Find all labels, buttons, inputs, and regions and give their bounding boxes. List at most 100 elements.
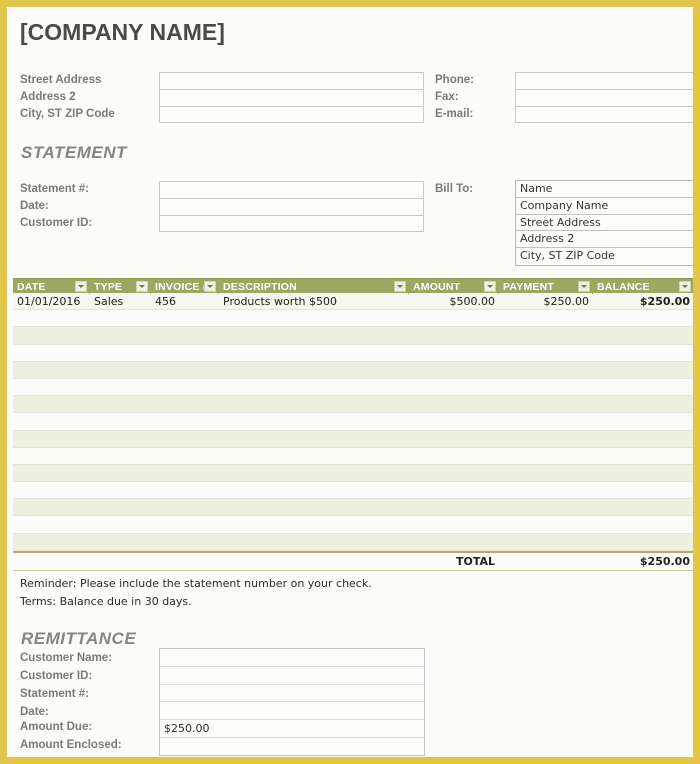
cell-date — [13, 448, 90, 465]
cell-balance — [593, 310, 693, 327]
bill-to-company-input[interactable]: Company Name — [516, 198, 693, 215]
remit-statement-number-input[interactable] — [160, 685, 424, 703]
cell-payment — [499, 413, 593, 430]
statement-page: [COMPANY NAME] Street Address Address 2 … — [0, 0, 700, 764]
remit-customer-id-input[interactable] — [160, 667, 424, 685]
cell-invoice — [151, 499, 219, 516]
column-header-payment[interactable]: PAYMENT — [499, 279, 593, 294]
table-row[interactable] — [13, 310, 693, 328]
table-row[interactable] — [13, 413, 693, 431]
table-row[interactable] — [13, 516, 693, 534]
remit-date-label: Date: — [20, 706, 49, 718]
cell-amount — [409, 534, 499, 551]
cell-invoice: 456 — [155, 295, 176, 308]
cell-balance — [593, 431, 693, 448]
cell-amount — [409, 310, 499, 327]
table-row[interactable] — [13, 430, 693, 448]
column-header-amount[interactable]: AMOUNT — [409, 279, 499, 294]
table-row[interactable] — [13, 464, 693, 483]
bill-to-street-input[interactable]: Street Address — [516, 215, 693, 232]
street-address-label: Street Address — [20, 74, 102, 86]
cell-payment — [499, 482, 593, 499]
street-address-input[interactable] — [160, 73, 423, 89]
cell-description — [219, 431, 409, 448]
cell-date — [13, 396, 90, 413]
cell-amount — [409, 362, 499, 379]
address2-input[interactable] — [160, 90, 423, 106]
cell-invoice — [151, 482, 219, 499]
cell-date — [13, 534, 90, 551]
table-row[interactable] — [13, 378, 693, 397]
cell-amount — [409, 499, 499, 516]
table-row[interactable] — [13, 533, 693, 551]
cell-amount — [409, 413, 499, 430]
cell-type — [90, 413, 151, 430]
table-row[interactable] — [13, 499, 693, 517]
phone-input[interactable] — [516, 73, 693, 89]
cell-invoice — [151, 327, 219, 344]
table-row[interactable]: 01/01/2016 Sales 456 Products worth $500 $50… — [13, 293, 693, 311]
table-row[interactable] — [13, 482, 693, 500]
statement-date-label: Date: — [20, 200, 49, 212]
cell-amount — [409, 448, 499, 465]
cell-balance — [593, 379, 693, 396]
fax-input[interactable] — [516, 90, 693, 106]
table-row[interactable] — [13, 447, 693, 465]
filter-dropdown-icon[interactable] — [136, 281, 148, 292]
bill-to-name-input[interactable]: Name — [516, 181, 693, 198]
statement-fieldgroup — [159, 181, 424, 232]
cell-balance — [593, 413, 693, 430]
cell-description — [219, 413, 409, 430]
cell-description — [219, 345, 409, 362]
cell-amount — [409, 396, 499, 413]
statement-number-input[interactable] — [160, 182, 423, 198]
table-row[interactable] — [13, 344, 693, 362]
column-header-date[interactable]: DATE — [13, 279, 90, 294]
cell-date — [13, 499, 90, 516]
table-row[interactable] — [13, 327, 693, 345]
filter-dropdown-icon[interactable] — [394, 281, 406, 292]
cell-type — [90, 345, 151, 362]
email-label: E-mail: — [435, 108, 474, 120]
cell-balance — [593, 448, 693, 465]
filter-dropdown-icon[interactable] — [75, 281, 87, 292]
remit-amount-enclosed-input[interactable] — [160, 738, 424, 756]
customer-id-input[interactable] — [160, 216, 423, 232]
cell-date — [13, 362, 90, 379]
cell-date — [13, 465, 90, 482]
cell-balance — [593, 482, 693, 499]
table-body: 01/01/2016 Sales 456 Products worth $500 $50… — [13, 293, 693, 551]
column-header-balance[interactable]: BALANCE — [593, 279, 693, 294]
filter-dropdown-icon[interactable] — [204, 281, 216, 292]
cell-date — [13, 345, 90, 362]
table-row[interactable] — [13, 361, 693, 379]
remit-customer-name-input[interactable] — [160, 649, 424, 667]
bill-to-city-state-zip-input[interactable]: City, ST ZIP Code — [516, 248, 693, 265]
cell-type — [90, 499, 151, 516]
remit-date-input[interactable] — [160, 702, 424, 721]
bill-to-address2-input[interactable]: Address 2 — [516, 231, 693, 249]
filter-dropdown-icon[interactable] — [679, 281, 691, 292]
email-input[interactable] — [516, 107, 693, 123]
column-header-type[interactable]: TYPE — [90, 279, 151, 294]
column-header-invoice[interactable]: INVOICE # — [151, 279, 219, 294]
contact-fieldgroup — [515, 72, 693, 123]
cell-payment — [499, 465, 593, 482]
cell-balance — [593, 516, 693, 533]
city-state-zip-input[interactable] — [160, 107, 423, 123]
column-header-description[interactable]: DESCRIPTION — [219, 279, 409, 294]
cell-invoice — [151, 465, 219, 482]
filter-dropdown-icon[interactable] — [578, 281, 590, 292]
cell-description — [219, 534, 409, 551]
cell-date — [13, 413, 90, 430]
company-address-fieldgroup — [159, 72, 424, 123]
statement-date-input[interactable] — [160, 199, 423, 215]
table-row[interactable] — [13, 396, 693, 414]
cell-payment — [499, 345, 593, 362]
cell-payment — [499, 310, 593, 327]
cell-payment — [499, 448, 593, 465]
table-header-row: DATE TYPE INVOICE # DESCRIPTION AMOUNT P… — [13, 278, 693, 294]
cell-amount — [409, 482, 499, 499]
filter-dropdown-icon[interactable] — [484, 281, 496, 292]
remit-customer-name-label: Customer Name: — [20, 652, 113, 664]
